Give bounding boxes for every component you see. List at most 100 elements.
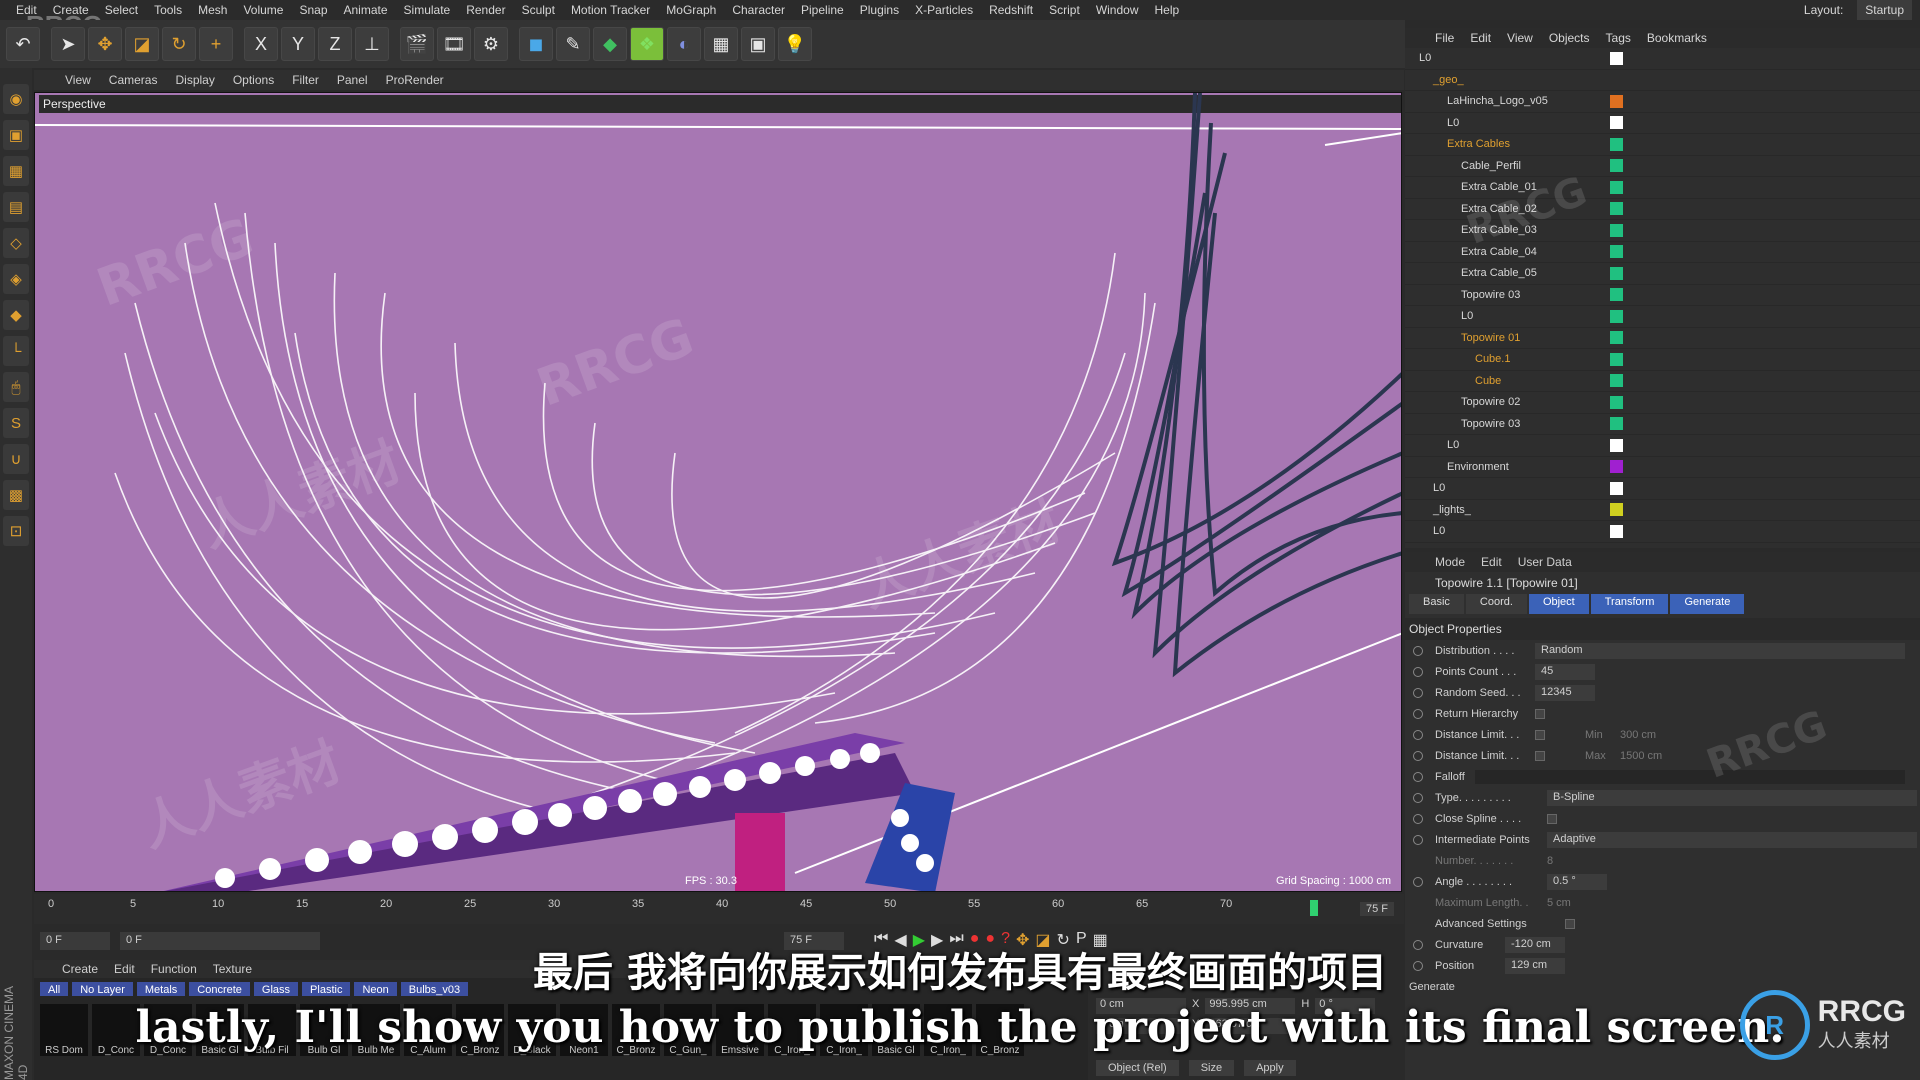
polygons-mode-icon[interactable]: ◆ [3, 300, 29, 330]
viewport-menu-panel[interactable]: Panel [328, 73, 377, 87]
x-axis-icon[interactable]: X [244, 27, 278, 61]
layer-color-swatch[interactable] [1610, 352, 1623, 366]
object-row[interactable]: Cable_Perfil [1405, 156, 1920, 177]
coord-mode-dropdown[interactable]: Object (Rel) [1096, 1060, 1179, 1076]
object-row[interactable]: Cube.1 [1405, 349, 1920, 371]
layer-color-swatch[interactable] [1610, 503, 1623, 517]
layer-color-swatch[interactable] [1610, 374, 1623, 388]
render-view-icon[interactable]: 🎬 [400, 27, 434, 61]
object-row[interactable]: L0 [1405, 478, 1920, 500]
menu-mograph[interactable]: MoGraph [658, 0, 724, 20]
layer-color-swatch[interactable] [1610, 266, 1623, 280]
object-row[interactable]: _geo_ [1405, 70, 1920, 91]
grid-icon[interactable]: ▩ [3, 480, 29, 510]
om-menu-bookmarks[interactable]: Bookmarks [1639, 31, 1715, 45]
am-menu-mode[interactable]: Mode [1427, 555, 1473, 569]
perspective-viewport[interactable]: Perspective RRCG RRCG 人人素材 人人素材 人人素材 FPS… [34, 92, 1402, 892]
menu-sculpt[interactable]: Sculpt [514, 0, 563, 20]
add-icon[interactable]: + [199, 27, 233, 61]
layer-color-swatch[interactable] [1610, 309, 1623, 323]
menu-animate[interactable]: Animate [336, 0, 396, 20]
timeline-end-frame[interactable]: 75 F [1359, 902, 1394, 916]
model-mode-icon[interactable]: ▣ [3, 120, 29, 150]
object-row[interactable]: Extra Cable_05 [1405, 263, 1920, 285]
object-row[interactable]: Extra Cables [1405, 134, 1920, 156]
layer-color-swatch[interactable] [1610, 94, 1623, 108]
anim-radio[interactable] [1413, 729, 1423, 740]
menu-plugins[interactable]: Plugins [852, 0, 907, 20]
rotate-icon[interactable]: ↻ [162, 27, 196, 61]
viewport-menu-display[interactable]: Display [166, 73, 223, 87]
layer-color-swatch[interactable] [1610, 438, 1623, 452]
falloff-field[interactable] [1475, 769, 1905, 784]
menu-window[interactable]: Window [1088, 0, 1147, 20]
anim-radio[interactable] [1413, 771, 1423, 782]
layer-color-swatch[interactable] [1610, 481, 1623, 495]
points-count-field[interactable]: 45 [1535, 663, 1595, 680]
scale-icon[interactable]: ◪ [125, 27, 159, 61]
menu-simulate[interactable]: Simulate [396, 0, 459, 20]
om-menu-edit[interactable]: Edit [1462, 31, 1499, 45]
object-row[interactable]: Topowire 03 [1405, 285, 1920, 306]
menu-script[interactable]: Script [1041, 0, 1088, 20]
cube-icon[interactable]: ◼ [519, 27, 553, 61]
object-row[interactable]: L0 [1405, 306, 1920, 328]
object-row[interactable]: Environment [1405, 457, 1920, 478]
y-axis-icon[interactable]: Y [281, 27, 315, 61]
layer-color-swatch[interactable] [1610, 223, 1623, 237]
menu-tools[interactable]: Tools [146, 0, 190, 20]
om-menu-objects[interactable]: Objects [1541, 31, 1598, 45]
layer-color-swatch[interactable] [1610, 417, 1623, 431]
magnet-icon[interactable]: ∪ [3, 444, 29, 474]
playhead-marker[interactable] [1310, 900, 1318, 916]
menu-x-particles[interactable]: X-Particles [907, 0, 981, 20]
random-seed-field[interactable]: 12345 [1535, 684, 1595, 701]
timeline-ruler[interactable]: 0 5 10 15 20 25 30 35 40 45 50 55 60 65 … [34, 894, 1404, 924]
move-icon[interactable]: ✥ [88, 27, 122, 61]
advanced-settings-checkbox[interactable] [1565, 918, 1575, 929]
menu-motion-tracker[interactable]: Motion Tracker [563, 0, 658, 20]
object-row[interactable]: LaHincha_Logo_v05 [1405, 91, 1920, 113]
layer-color-swatch[interactable] [1610, 51, 1623, 65]
angle-field[interactable]: 0.5 ° [1547, 873, 1607, 890]
am-menu-edit[interactable]: Edit [1473, 555, 1510, 569]
texture-mode-icon[interactable]: ▦ [3, 156, 29, 186]
object-row[interactable]: _lights_ [1405, 500, 1920, 521]
layer-color-swatch[interactable] [1610, 395, 1623, 409]
light-icon[interactable]: 💡 [778, 27, 812, 61]
viewport-menu-options[interactable]: Options [224, 73, 283, 87]
om-menu-tags[interactable]: Tags [1598, 31, 1639, 45]
menu-volume[interactable]: Volume [235, 0, 291, 20]
tab-generate[interactable]: Generate [1670, 594, 1745, 614]
viewport-menu-cameras[interactable]: Cameras [100, 73, 167, 87]
object-row[interactable]: Extra Cable_01 [1405, 177, 1920, 199]
object-row[interactable]: Topowire 03 [1405, 414, 1920, 435]
edges-mode-icon[interactable]: ◈ [3, 264, 29, 294]
menu-pipeline[interactable]: Pipeline [793, 0, 852, 20]
undo-icon[interactable]: ↶ [6, 27, 40, 61]
layer-color-swatch[interactable] [1610, 159, 1623, 173]
viewport-menu-prorender[interactable]: ProRender [377, 73, 453, 87]
floor-icon[interactable]: ▦ [704, 27, 738, 61]
distance-limit-max-checkbox[interactable] [1535, 750, 1545, 761]
snap-icon[interactable]: S [3, 408, 29, 438]
workplane-icon[interactable]: ▤ [3, 192, 29, 222]
distance-limit-min-checkbox[interactable] [1535, 729, 1545, 740]
anim-radio[interactable] [1413, 750, 1423, 761]
lock-workplane-icon[interactable]: ⊡ [3, 516, 29, 546]
menu-mesh[interactable]: Mesh [190, 0, 235, 20]
distribution-dropdown[interactable]: Random [1535, 642, 1905, 659]
layer-color-swatch[interactable] [1610, 180, 1623, 194]
type-dropdown[interactable]: B-Spline [1547, 789, 1917, 806]
object-row[interactable]: L0 [1405, 521, 1920, 543]
z-axis-icon[interactable]: Z [318, 27, 352, 61]
object-row[interactable]: Cube [1405, 371, 1920, 392]
layer-color-swatch[interactable] [1610, 202, 1623, 216]
layer-color-swatch[interactable] [1610, 331, 1623, 345]
object-row[interactable]: L0 [1405, 48, 1920, 70]
subdivision-icon[interactable]: ◆ [593, 27, 627, 61]
coord-size-dropdown[interactable]: Size [1188, 1060, 1235, 1076]
anim-radio[interactable] [1413, 708, 1423, 719]
max-field[interactable]: 1500 cm [1620, 750, 1662, 762]
menu-help[interactable]: Help [1147, 0, 1188, 20]
